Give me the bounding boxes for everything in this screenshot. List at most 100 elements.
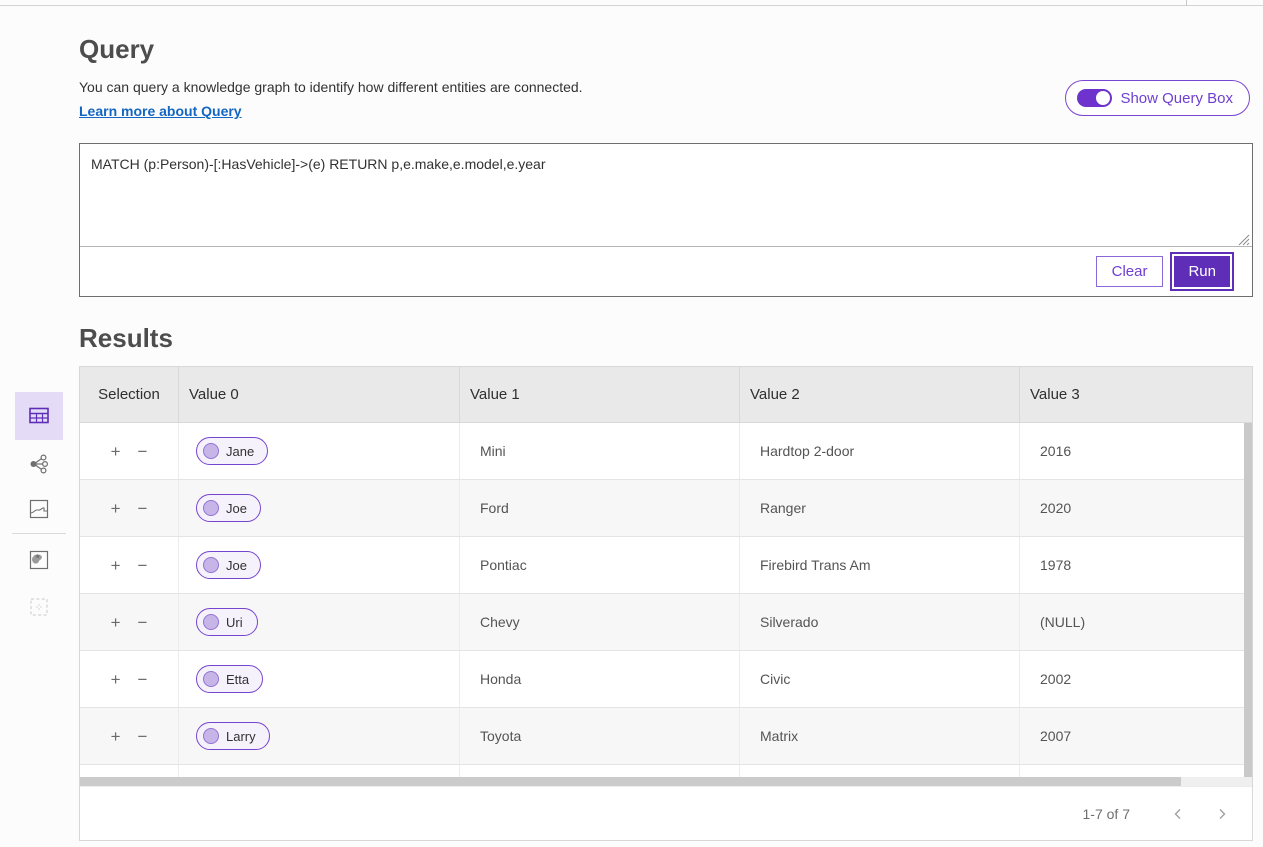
pagination-range: 1-7 of 7 [1083,806,1130,822]
clear-button[interactable]: Clear [1096,256,1164,287]
selection-cell: + − [80,480,179,536]
add-selection-button[interactable]: + [109,669,123,690]
add-selection-button[interactable]: + [109,441,123,462]
page-title: Query [79,34,154,65]
remove-selection-button[interactable]: − [136,498,150,519]
map-icon [28,498,50,520]
dashed-selection-icon [28,596,50,618]
value1-cell: Mini [460,423,740,479]
selection-cell: + − [80,594,179,650]
value3-cell: (NULL) [1020,594,1252,650]
query-input[interactable]: MATCH (p:Person)-[:HasVehicle]->(e) RETU… [80,144,1252,247]
value3-cell [1020,765,1252,777]
value2-cell: Ranger [740,480,1020,536]
remove-selection-button[interactable]: − [136,441,150,462]
entity-cell: Larry [179,708,460,764]
entity-pill[interactable]: Larry [196,722,270,750]
table-row: + − Etta Honda Civic 2002 [80,651,1252,708]
entity-cell: Jane [179,423,460,479]
value3-cell: 2007 [1020,708,1252,764]
table-header-row: Selection Value 0 Value 1 Value 2 Value … [80,367,1252,423]
value2-cell: Silverado [740,594,1020,650]
selection-cell: + − [80,537,179,593]
sidebar-divider [12,533,66,534]
column-header-value3[interactable]: Value 3 [1020,367,1252,422]
entity-cell: Uri [179,594,460,650]
entity-cell: Joe [179,480,460,536]
entity-pill[interactable]: Uri [196,608,258,636]
entity-pill[interactable]: Etta [196,665,263,693]
remove-selection-button[interactable]: − [136,612,150,633]
value1-cell: Ford [460,480,740,536]
value3-cell: 1978 [1020,537,1252,593]
value1-cell: Pontiac [460,537,740,593]
chevron-right-icon [1216,808,1228,820]
entity-cell: Joe [179,537,460,593]
toggle-switch-icon[interactable] [1077,89,1112,107]
value3-cell: 2016 [1020,423,1252,479]
remove-selection-button[interactable]: − [136,726,150,747]
entity-pill[interactable]: Joe [196,551,261,579]
selection-cell: + − [80,765,179,777]
table-footer: 1-7 of 7 [80,786,1252,840]
next-page-button[interactable] [1212,804,1232,824]
table-row-partial: + − [80,765,1252,777]
resize-grip-icon[interactable] [1236,232,1250,246]
vertical-scrollbar[interactable] [1244,423,1252,777]
value1-cell: Honda [460,651,740,707]
add-selection-button[interactable]: + [109,498,123,519]
table-row: + − Joe Ford Ranger 2020 [80,480,1252,537]
entity-pill[interactable]: Joe [196,494,261,522]
table-icon [27,404,51,428]
table-row: + − Jane Mini Hardtop 2-door 2016 [80,423,1252,480]
entity-cell [179,765,460,777]
sidebar-item-link-chart-view[interactable] [15,440,63,488]
sidebar-item-add-map-contents[interactable] [15,536,63,584]
entity-name: Etta [226,672,249,687]
sidebar-item-map-view[interactable] [15,485,63,533]
remove-selection-button[interactable]: − [136,669,150,690]
entity-node-icon [203,500,219,516]
column-header-value1[interactable]: Value 1 [460,367,740,422]
table-row: + − Uri Chevy Silverado (NULL) [80,594,1252,651]
value2-cell: Civic [740,651,1020,707]
add-selection-button[interactable]: + [109,612,123,633]
results-title: Results [79,323,173,354]
value2-cell [740,765,1020,777]
value1-cell: Chevy [460,594,740,650]
table-body: + − Jane Mini Hardtop 2-door 2016 + − [80,423,1252,777]
value2-cell: Matrix [740,708,1020,764]
selection-cell: + − [80,651,179,707]
entity-node-icon [203,614,219,630]
entity-name: Larry [226,729,256,744]
column-header-selection[interactable]: Selection [80,367,179,422]
run-button[interactable]: Run [1174,256,1230,287]
query-page: Query You can query a knowledge graph to… [0,0,1263,847]
entity-name: Jane [226,444,254,459]
column-header-value0[interactable]: Value 0 [179,367,460,422]
add-selection-button[interactable]: + [109,726,123,747]
learn-more-link[interactable]: Learn more about Query [79,103,242,119]
entity-name: Joe [226,501,247,516]
query-actions: Clear Run [80,247,1252,296]
sidebar-item-table-view[interactable] [15,392,63,440]
remove-selection-button[interactable]: − [136,555,150,576]
value1-cell [460,765,740,777]
column-header-value2[interactable]: Value 2 [740,367,1020,422]
selection-cell: + − [80,423,179,479]
entity-pill[interactable]: Jane [196,437,268,465]
add-selection-button[interactable]: + [109,555,123,576]
entity-node-icon [203,557,219,573]
entity-name: Uri [226,615,243,630]
map-contents-icon [28,549,50,571]
results-table: Selection Value 0 Value 1 Value 2 Value … [79,366,1253,841]
query-description: You can query a knowledge graph to ident… [79,79,583,95]
show-query-box-toggle[interactable]: Show Query Box [1065,80,1250,116]
entity-cell: Etta [179,651,460,707]
query-box: MATCH (p:Person)-[:HasVehicle]->(e) RETU… [79,143,1253,297]
entity-node-icon [203,728,219,744]
entity-name: Joe [226,558,247,573]
table-row: + − Joe Pontiac Firebird Trans Am 1978 [80,537,1252,594]
previous-page-button[interactable] [1168,804,1188,824]
value3-cell: 2002 [1020,651,1252,707]
